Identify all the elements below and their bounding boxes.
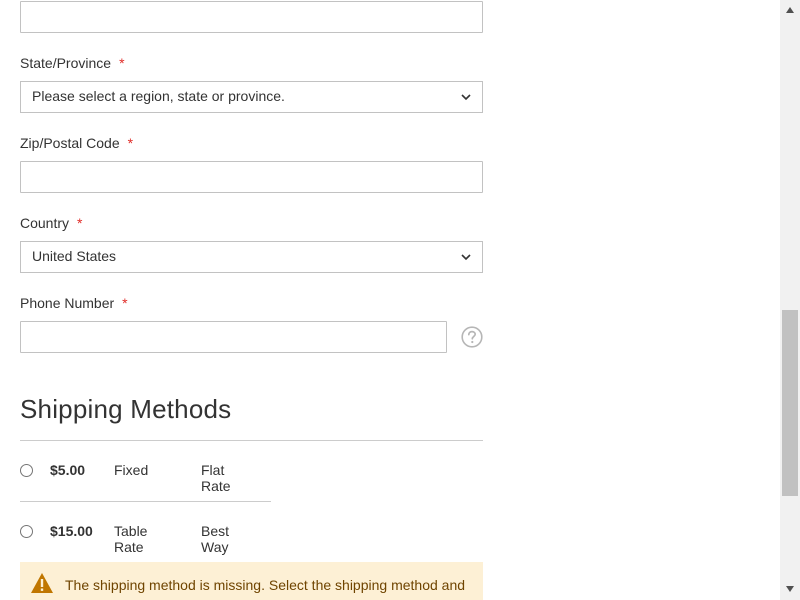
zip-label: Zip/Postal Code * (20, 135, 134, 151)
country-select[interactable]: United States (20, 241, 483, 273)
required-mark: * (122, 295, 128, 311)
shipping-carrier: Flat Rate (201, 462, 231, 494)
shipping-methods-title: Shipping Methods (20, 394, 232, 424)
checkout-shipping-page: State/Province * Please select a region, … (0, 0, 780, 600)
zip-input[interactable] (20, 161, 483, 193)
section-divider (20, 440, 483, 441)
country-select-value: United States (32, 248, 117, 264)
state-label: State/Province * (20, 55, 125, 71)
shipping-warning-message: The shipping method is missing. Select t… (20, 562, 483, 600)
state-select[interactable]: Please select a region, state or provinc… (20, 81, 483, 113)
phone-input[interactable] (20, 321, 447, 353)
page-scrollbar[interactable] (780, 0, 800, 600)
warning-icon (31, 573, 53, 593)
shipping-radio[interactable] (20, 525, 33, 538)
required-mark: * (127, 135, 134, 151)
shipping-price: $15.00 (50, 523, 93, 539)
street-address-input[interactable] (20, 1, 483, 33)
required-mark: * (119, 55, 125, 71)
help-icon[interactable] (461, 326, 483, 348)
shipping-method-title: Fixed (114, 462, 149, 478)
country-label: Country * (20, 215, 83, 231)
scroll-down-arrow-icon[interactable] (785, 585, 795, 593)
scroll-up-arrow-icon[interactable] (785, 6, 795, 14)
state-select-value: Please select a region, state or provinc… (32, 88, 285, 104)
shipping-carrier: Best Way (201, 523, 230, 555)
phone-label: Phone Number * (20, 295, 128, 311)
warning-text: The shipping method is missing. Select t… (65, 577, 466, 600)
required-mark: * (77, 215, 83, 231)
row-divider (20, 501, 271, 502)
shipping-method-title: Table Rate (114, 523, 148, 555)
scrollbar-thumb[interactable] (782, 310, 798, 496)
shipping-price: $5.00 (50, 462, 86, 478)
chevron-down-icon (461, 254, 471, 261)
chevron-down-icon (461, 94, 471, 101)
shipping-radio[interactable] (20, 464, 33, 477)
